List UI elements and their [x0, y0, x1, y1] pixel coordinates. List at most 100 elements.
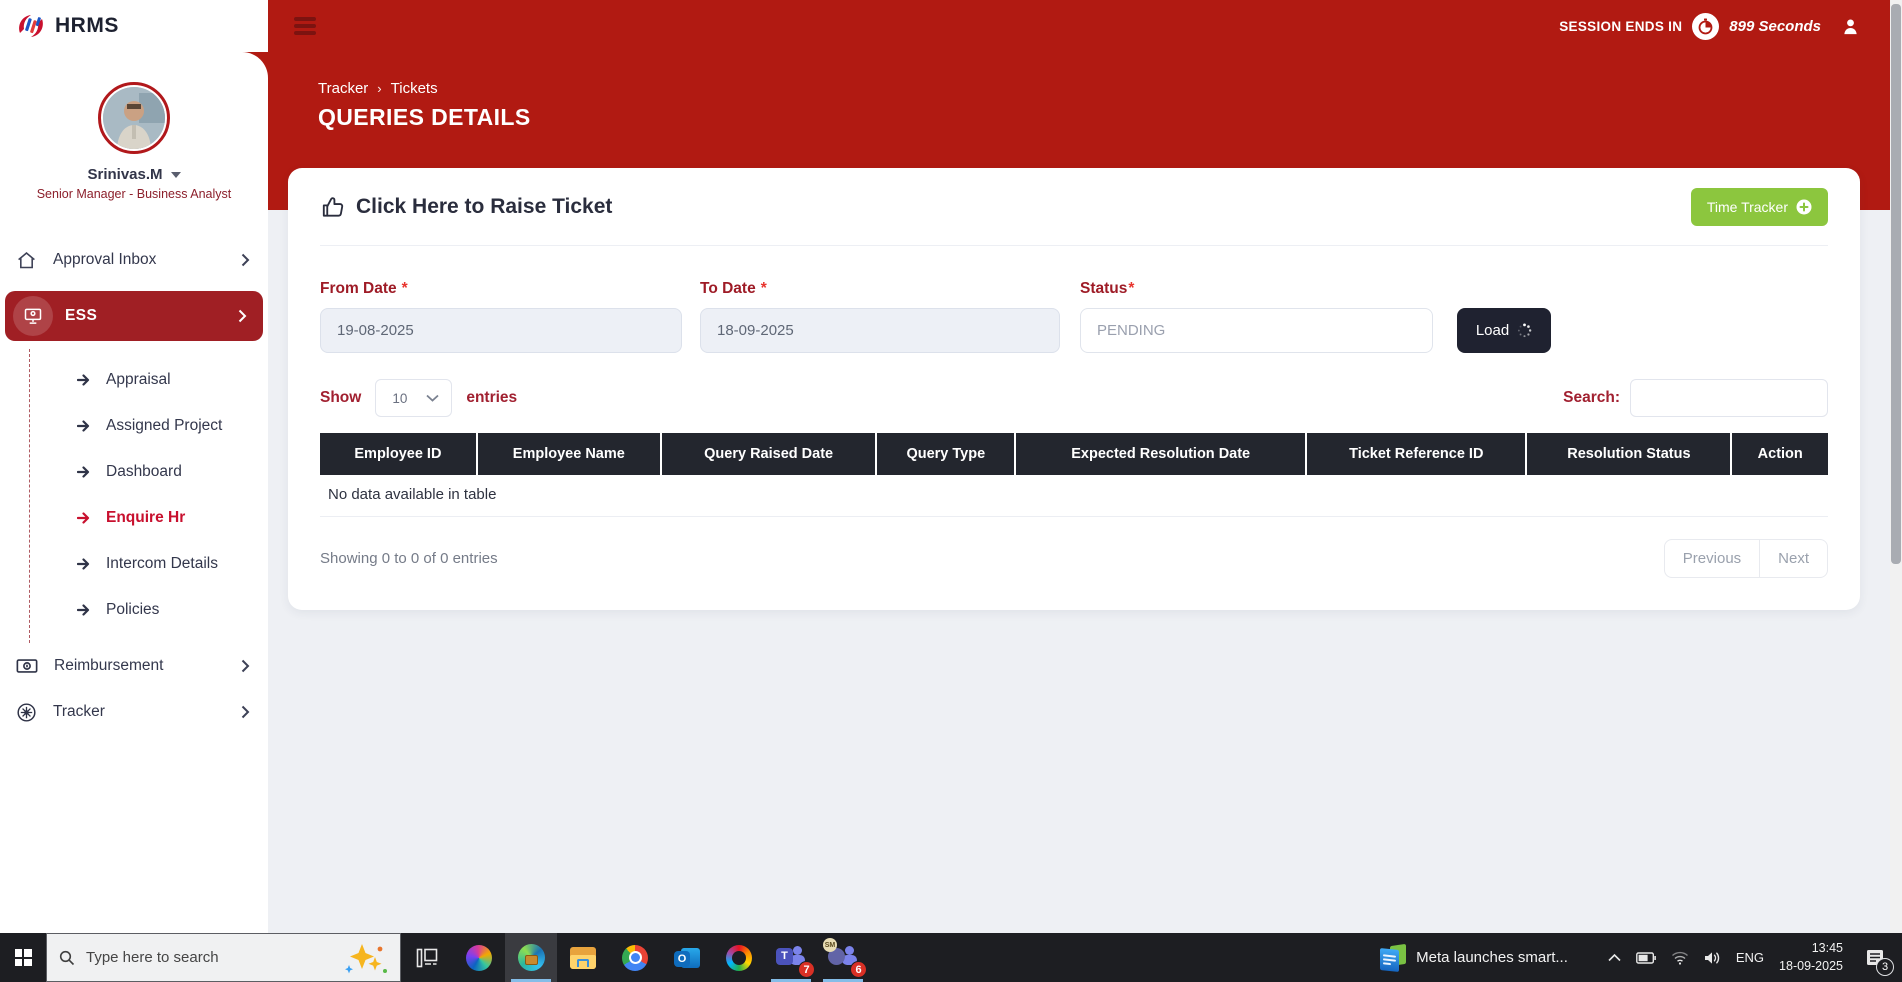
tray-expand-icon[interactable]: [1608, 953, 1621, 962]
col-ticket-reference-id: Ticket Reference ID: [1306, 433, 1528, 475]
tracker-dial-icon: [17, 702, 36, 722]
chevron-down-icon: [426, 394, 439, 402]
user-icon[interactable]: [1841, 17, 1860, 36]
submenu-item-appraisal[interactable]: Appraisal: [30, 357, 268, 403]
breadcrumb-tickets[interactable]: Tickets: [391, 80, 438, 97]
windows-taskbar: Type here to search O T 7 SM 6 Meta laun…: [0, 933, 1902, 982]
news-icon: [1380, 943, 1407, 972]
raise-ticket-heading[interactable]: Click Here to Raise Ticket: [356, 195, 612, 219]
battery-icon[interactable]: [1635, 951, 1656, 964]
home-icon: [18, 251, 35, 268]
submenu-item-label: Appraisal: [106, 371, 171, 388]
system-tray: ENG 13:45 18-09-2025 3: [1608, 933, 1894, 982]
submenu-item-label: Policies: [106, 601, 160, 618]
chrome-button[interactable]: [609, 933, 661, 982]
breadcrumb-tracker[interactable]: Tracker: [318, 80, 368, 97]
avatar[interactable]: [98, 82, 170, 154]
ess-submenu: Appraisal Assigned Project Dashboard Enq…: [29, 349, 268, 643]
previous-page-button[interactable]: Previous: [1663, 539, 1761, 578]
card-header: Click Here to Raise Ticket Time Tracker: [320, 168, 1828, 246]
submenu-item-label: Dashboard: [106, 463, 182, 480]
sidebar-item-tracker[interactable]: Tracker: [0, 689, 268, 735]
teams-button[interactable]: T 7: [765, 933, 817, 982]
scrollbar-thumb[interactable]: [1891, 4, 1901, 564]
submenu-item-policies[interactable]: Policies: [30, 587, 268, 633]
col-employee-name: Employee Name: [476, 433, 662, 475]
time-tracker-button[interactable]: Time Tracker: [1690, 187, 1828, 226]
col-resolution-status: Resolution Status: [1526, 433, 1733, 475]
col-query-raised-date: Query Raised Date: [660, 433, 878, 475]
language-indicator[interactable]: ENG: [1736, 950, 1764, 965]
chrome-icon: [622, 944, 648, 971]
sidebar-item-label: Tracker: [53, 703, 105, 720]
stopwatch-icon: [1692, 12, 1720, 40]
notification-count-badge: 3: [1876, 958, 1894, 976]
colorful-app-button[interactable]: [713, 933, 765, 982]
topbar: HRMS SESSION ENDS IN 899 Seconds: [0, 0, 1902, 52]
next-page-button[interactable]: Next: [1760, 539, 1828, 578]
session-countdown: 899 Seconds: [1729, 17, 1821, 35]
notification-center-button[interactable]: 3: [1858, 933, 1894, 982]
submenu-item-assigned-project[interactable]: Assigned Project: [30, 403, 268, 449]
taskbar-search-placeholder: Type here to search: [86, 949, 219, 966]
chat-app-button[interactable]: SM 6: [817, 933, 869, 982]
rainbow-swirl-icon: [726, 944, 752, 971]
hrms-application-window: HRMS SESSION ENDS IN 899 Seconds Sriniva…: [0, 0, 1902, 982]
file-explorer-button[interactable]: [557, 933, 609, 982]
profile-name: Srinivas.M: [87, 166, 163, 183]
submenu-item-dashboard[interactable]: Dashboard: [30, 449, 268, 495]
taskbar-search-box[interactable]: Type here to search: [46, 933, 401, 982]
speaker-icon[interactable]: [1704, 951, 1721, 965]
avatar-initials-bubble: SM: [823, 938, 837, 952]
browser-scrollbar[interactable]: [1890, 0, 1902, 933]
profile-caret-icon[interactable]: [170, 171, 181, 178]
banknote-icon: [16, 659, 38, 673]
chevron-right-icon: [241, 705, 250, 719]
hrms-logo-icon: [19, 15, 43, 37]
load-button-label: Load: [1475, 322, 1510, 339]
load-button[interactable]: Load: [1457, 308, 1551, 353]
start-button[interactable]: [0, 933, 46, 982]
search-icon: [59, 950, 75, 965]
col-action: Action: [1731, 433, 1828, 475]
from-date-input[interactable]: [320, 308, 682, 353]
taskbar-right-cluster: Meta launches smart... ENG 13:45 18-09-2…: [1380, 933, 1902, 982]
wifi-icon[interactable]: [1671, 951, 1689, 965]
monitor-icon: [13, 296, 53, 336]
submenu-item-label: Assigned Project: [106, 417, 223, 434]
news-widget[interactable]: Meta launches smart...: [1380, 943, 1568, 972]
submenu-item-label: Enquire Hr: [106, 509, 186, 526]
show-label: Show: [320, 389, 362, 406]
copilot-icon: [466, 944, 492, 971]
copilot-button[interactable]: [453, 933, 505, 982]
copilot-sparkles-icon: [342, 941, 390, 980]
table-header-row: Employee ID Employee Name Query Raised D…: [320, 433, 1828, 475]
clock[interactable]: 13:45 18-09-2025: [1779, 940, 1843, 975]
outlook-button[interactable]: O: [661, 933, 713, 982]
status-input[interactable]: [1080, 308, 1433, 353]
table-controls: Show 10 entries Search:: [320, 379, 1828, 417]
task-view-button[interactable]: [401, 933, 453, 982]
breadcrumb-separator: ›: [377, 81, 382, 96]
sidebar-item-reimbursement[interactable]: Reimbursement: [0, 643, 268, 689]
plus-circle-icon: [1796, 199, 1812, 214]
page-size-select[interactable]: 10: [375, 379, 453, 417]
edge-button[interactable]: [505, 933, 557, 982]
submenu-item-enquire-hr[interactable]: Enquire Hr: [30, 495, 268, 541]
sidebar-item-approval-inbox[interactable]: Approval Inbox: [0, 237, 268, 283]
sidebar-item-ess[interactable]: ESS: [5, 291, 263, 341]
windows-logo-icon: [14, 949, 32, 966]
from-date-label: From Date *: [320, 280, 408, 297]
spinner-icon: [1518, 323, 1532, 338]
filter-form: From Date* To Date* Status* Load: [320, 280, 1828, 353]
to-date-input[interactable]: [700, 308, 1060, 353]
clock-time: 13:45: [1811, 941, 1843, 955]
arrow-right-icon: [77, 466, 90, 478]
search-label: Search:: [1563, 389, 1620, 406]
edge-browser-icon: [517, 944, 545, 971]
hamburger-menu-icon[interactable]: [294, 17, 316, 35]
table-search-input[interactable]: [1630, 379, 1828, 417]
submenu-item-intercom-details[interactable]: Intercom Details: [30, 541, 268, 587]
pointing-hand-icon: [322, 196, 344, 217]
arrow-right-icon: [77, 558, 90, 570]
